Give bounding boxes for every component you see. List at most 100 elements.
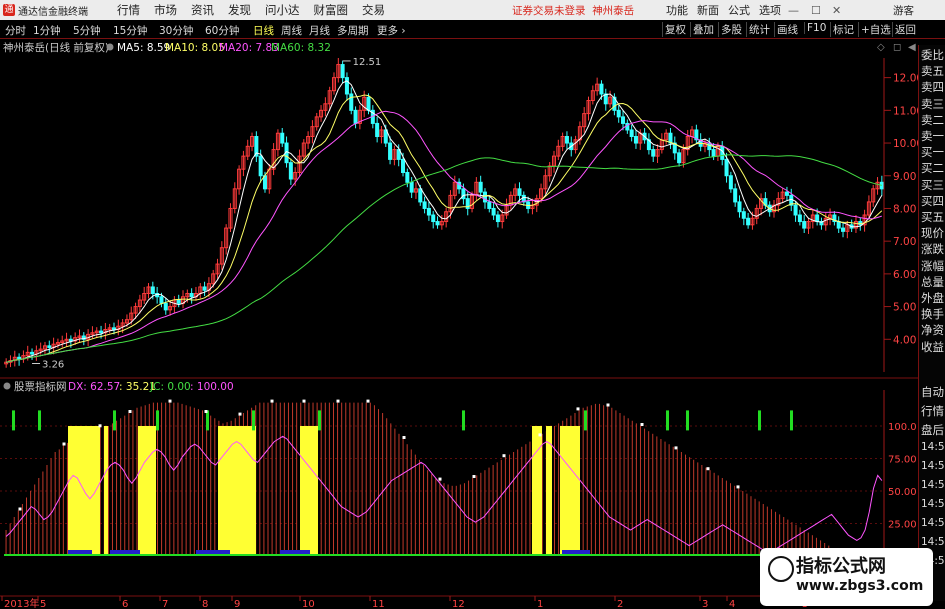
maximize-icon[interactable]: ☐ bbox=[811, 4, 821, 17]
tab-30min[interactable]: 30分钟 bbox=[159, 23, 193, 38]
x-tick-label: 12 bbox=[452, 599, 465, 609]
login-notice[interactable]: 证券交易未登录 神州泰岳 bbox=[512, 3, 634, 18]
candle-body bbox=[737, 201, 742, 213]
side-tab-5[interactable]: 卖一 bbox=[921, 128, 944, 144]
side-tab2-3[interactable]: 14:50 bbox=[921, 441, 945, 453]
menu-item-quotes[interactable]: 行情 bbox=[117, 2, 140, 18]
side-tab2-7[interactable]: 14:50 bbox=[921, 517, 945, 529]
tab-60min[interactable]: 60分钟 bbox=[205, 23, 239, 38]
tab-15min[interactable]: 15分钟 bbox=[113, 23, 147, 38]
tab-intraday[interactable]: 分时 bbox=[5, 23, 26, 38]
expand-icon[interactable]: ◻ bbox=[893, 42, 901, 53]
collapse-icon[interactable]: ◀ bbox=[908, 42, 916, 53]
f10-button[interactable]: F10 bbox=[804, 22, 828, 34]
mark-button[interactable]: 标记 bbox=[830, 22, 856, 37]
peak-dot bbox=[472, 475, 476, 478]
y-tick-label: 10.00 bbox=[893, 138, 918, 150]
menu-item-wealth[interactable]: 财富圈 bbox=[314, 2, 349, 18]
peak-dot bbox=[640, 423, 644, 426]
side-tab2-2[interactable]: 盘后 bbox=[921, 422, 944, 438]
candle-body bbox=[344, 77, 349, 95]
menu-item-news[interactable]: 资讯 bbox=[191, 2, 214, 18]
side-tab2-4[interactable]: 14:50 bbox=[921, 460, 945, 472]
side-tab-2[interactable]: 卖四 bbox=[921, 79, 944, 95]
stats-button[interactable]: 统计 bbox=[746, 22, 772, 37]
side-tab-14[interactable]: 总量 bbox=[921, 274, 944, 290]
add-watchlist-button[interactable]: +自选 bbox=[858, 22, 893, 37]
side-tab-10[interactable]: 买五 bbox=[921, 209, 944, 225]
menu-item-options[interactable]: 选项 bbox=[759, 2, 781, 18]
menu-item-function[interactable]: 功能 bbox=[666, 2, 688, 18]
login-notice-text: 证券交易未登录 bbox=[512, 4, 586, 17]
candle-body bbox=[733, 188, 738, 203]
y-tick-label: 7.00 bbox=[893, 236, 916, 248]
tab-1min[interactable]: 1分钟 bbox=[33, 23, 61, 38]
side-tab-1[interactable]: 卖五 bbox=[921, 63, 944, 79]
side-tab-6[interactable]: 买一 bbox=[921, 144, 944, 160]
adjust-button[interactable]: 复权 bbox=[662, 22, 688, 37]
peak-dot bbox=[302, 399, 306, 403]
menu-item-ask[interactable]: 问小达 bbox=[265, 2, 300, 18]
menu-item-trade[interactable]: 交易 bbox=[362, 2, 385, 18]
side-tab-7[interactable]: 买二 bbox=[921, 160, 944, 176]
side-tab-15[interactable]: 外盘 bbox=[921, 290, 944, 306]
side-tab-11[interactable]: 现价 bbox=[921, 225, 944, 241]
candle-body bbox=[435, 221, 440, 226]
tab-weekly[interactable]: 周线 bbox=[281, 23, 302, 38]
candle-body bbox=[68, 338, 73, 342]
side-tab-13[interactable]: 涨幅 bbox=[921, 258, 944, 274]
peak-dot bbox=[270, 399, 274, 403]
chevron-right-icon: › bbox=[401, 25, 406, 37]
side-tab-4[interactable]: 卖二 bbox=[921, 112, 944, 128]
side-tab2-6[interactable]: 14:50 bbox=[921, 498, 945, 510]
side-tab-9[interactable]: 买四 bbox=[921, 193, 944, 209]
legend-jc-value: 0.00 bbox=[167, 381, 190, 393]
multi-stock-button[interactable]: 多股 bbox=[718, 22, 744, 37]
candle-body bbox=[388, 142, 393, 160]
side-tab2-5[interactable]: 14:50 bbox=[921, 479, 945, 491]
side-tab2-8[interactable]: 14:50 bbox=[921, 536, 945, 548]
minimize-icon[interactable]: — bbox=[788, 4, 799, 17]
x-tick-label: 2 bbox=[617, 599, 623, 609]
menu-item-discover[interactable]: 发现 bbox=[228, 2, 251, 18]
chart-area[interactable]: 神州泰岳(日线 前复权) MA5: 8.59 MA10: 8.05 MA20: … bbox=[0, 38, 918, 609]
overlay-button[interactable]: 叠加 bbox=[690, 22, 716, 37]
diamond-icon[interactable]: ◇ bbox=[877, 42, 885, 53]
candle-body bbox=[651, 149, 656, 157]
draw-line-button[interactable]: 画线 bbox=[774, 22, 800, 37]
settings-icon[interactable] bbox=[106, 43, 114, 51]
back-button[interactable]: 返回 bbox=[892, 22, 918, 37]
tab-more[interactable]: 更多 › bbox=[377, 23, 406, 38]
side-tab-3[interactable]: 卖三 bbox=[921, 96, 944, 112]
x-tick-label: 10 bbox=[302, 599, 315, 609]
side-tab-0[interactable]: 委比 bbox=[921, 47, 944, 63]
green-signal bbox=[156, 410, 159, 431]
guest-label[interactable]: 游客 bbox=[893, 3, 914, 18]
side-tab2-0[interactable]: 自动 bbox=[921, 384, 944, 400]
indicator-y-label: 50.00 bbox=[888, 487, 917, 498]
side-tab-17[interactable]: 净资 bbox=[921, 322, 944, 338]
menu-item-formula[interactable]: 公式 bbox=[728, 2, 750, 18]
candle-body bbox=[793, 204, 798, 216]
candle-body bbox=[633, 136, 638, 144]
stock-name: 神州泰岳 bbox=[592, 4, 635, 17]
signal-block bbox=[532, 426, 542, 556]
watermark-url: www.zbgs3.com bbox=[796, 578, 924, 594]
side-tab-16[interactable]: 换手 bbox=[921, 306, 944, 322]
tab-monthly[interactable]: 月线 bbox=[309, 23, 330, 38]
x-tick-label: 4 bbox=[729, 599, 735, 609]
x-tick-label: 2013年 bbox=[4, 597, 39, 609]
side-tab-12[interactable]: 涨跌 bbox=[921, 241, 944, 257]
close-icon[interactable]: ✕ bbox=[832, 4, 841, 17]
tab-daily[interactable]: 日线 bbox=[253, 23, 274, 38]
tab-5min[interactable]: 5分钟 bbox=[73, 23, 101, 38]
tab-multi-period[interactable]: 多周期 bbox=[337, 23, 369, 38]
app-title: 通达信金融终端 bbox=[18, 6, 88, 18]
menu-item-market[interactable]: 市场 bbox=[154, 2, 177, 18]
side-tab-18[interactable]: 收益 bbox=[921, 339, 944, 355]
menu-item-new-page[interactable]: 新面 bbox=[697, 2, 719, 18]
side-tab-8[interactable]: 买三 bbox=[921, 177, 944, 193]
indicator-settings-icon[interactable] bbox=[3, 382, 11, 390]
y-tick-label: 4.00 bbox=[893, 334, 916, 346]
side-tab2-1[interactable]: 行情 bbox=[921, 403, 944, 419]
